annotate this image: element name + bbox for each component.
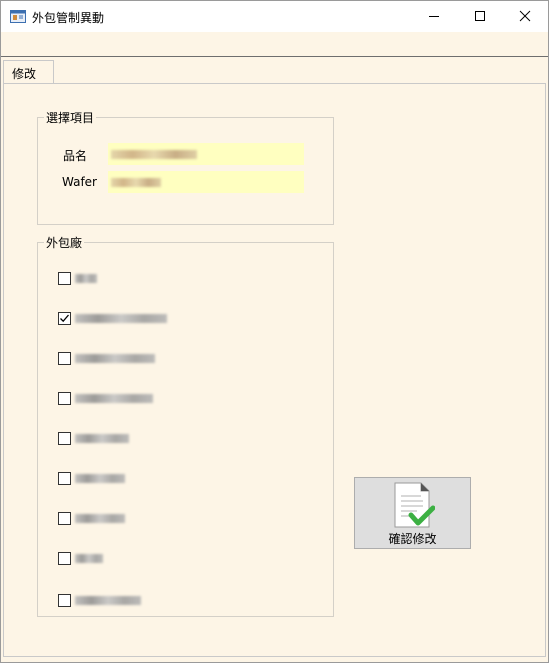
vendor-name bbox=[75, 474, 125, 483]
checkbox-unchecked[interactable] bbox=[58, 352, 71, 365]
document-check-icon bbox=[393, 482, 436, 531]
product-name-value bbox=[111, 150, 197, 159]
vendor-checkbox-3[interactable] bbox=[58, 350, 318, 368]
wafer-field[interactable] bbox=[108, 171, 304, 193]
close-button[interactable] bbox=[502, 1, 548, 31]
vendor-checkbox-1[interactable] bbox=[58, 270, 318, 288]
vendor-checkbox-2[interactable] bbox=[58, 310, 318, 328]
minimize-button[interactable] bbox=[411, 1, 457, 31]
maximize-icon bbox=[475, 11, 485, 21]
vendor-name bbox=[75, 514, 125, 523]
checkbox-unchecked[interactable] bbox=[58, 472, 71, 485]
minimize-icon bbox=[429, 16, 439, 17]
checkbox-unchecked[interactable] bbox=[58, 552, 71, 565]
product-name-label: 品名 bbox=[63, 149, 88, 163]
tab-modify[interactable]: 修改 bbox=[3, 60, 54, 84]
close-icon bbox=[519, 10, 531, 22]
vendor-name bbox=[75, 554, 103, 563]
checkbox-unchecked[interactable] bbox=[58, 512, 71, 525]
checkbox-unchecked[interactable] bbox=[58, 432, 71, 445]
vendor-checkbox-9[interactable] bbox=[58, 592, 318, 610]
tab-modify-label: 修改 bbox=[12, 67, 37, 81]
vendor-name bbox=[75, 596, 141, 605]
window-title: 外包管制異動 bbox=[32, 11, 105, 25]
tab-page-modify: 選擇項目 品名 Wafer 外包廠 確認修改 bbox=[3, 83, 546, 657]
title-bar[interactable]: 外包管制異動 bbox=[1, 1, 548, 32]
checkbox-unchecked[interactable] bbox=[58, 392, 71, 405]
wafer-label: Wafer bbox=[62, 175, 97, 189]
menu-strip bbox=[1, 32, 548, 57]
checkbox-unchecked[interactable] bbox=[58, 272, 71, 285]
selection-groupbox: 選擇項目 品名 Wafer bbox=[37, 109, 334, 225]
vendor-checkbox-5[interactable] bbox=[58, 430, 318, 448]
app-form-icon bbox=[10, 9, 26, 23]
tab-strip: 修改 bbox=[1, 58, 548, 84]
vendor-name bbox=[75, 314, 167, 323]
maximize-button[interactable] bbox=[457, 1, 503, 31]
vendor-name bbox=[75, 354, 155, 363]
confirm-modify-button[interactable]: 確認修改 bbox=[354, 477, 471, 549]
vendor-name bbox=[75, 394, 153, 403]
wafer-value bbox=[111, 178, 161, 187]
vendor-group-title: 外包廠 bbox=[44, 234, 85, 251]
vendor-checkbox-8[interactable] bbox=[58, 550, 318, 568]
vendor-name bbox=[75, 434, 129, 443]
confirm-modify-label: 確認修改 bbox=[388, 532, 437, 546]
vendor-name bbox=[75, 274, 97, 283]
checkbox-checked[interactable] bbox=[58, 312, 71, 325]
main-window: 外包管制異動 修改 選擇項目 品名 Wafer 外包廠 確認修改 bbox=[0, 0, 549, 663]
vendor-checkbox-6[interactable] bbox=[58, 470, 318, 488]
product-name-field[interactable] bbox=[108, 143, 304, 165]
vendor-checkbox-7[interactable] bbox=[58, 510, 318, 528]
checkbox-unchecked[interactable] bbox=[58, 594, 71, 607]
vendor-groupbox: 外包廠 bbox=[37, 234, 334, 617]
checkmark-icon bbox=[60, 314, 69, 323]
selection-group-title: 選擇項目 bbox=[44, 109, 97, 126]
vendor-checkbox-4[interactable] bbox=[58, 390, 318, 408]
